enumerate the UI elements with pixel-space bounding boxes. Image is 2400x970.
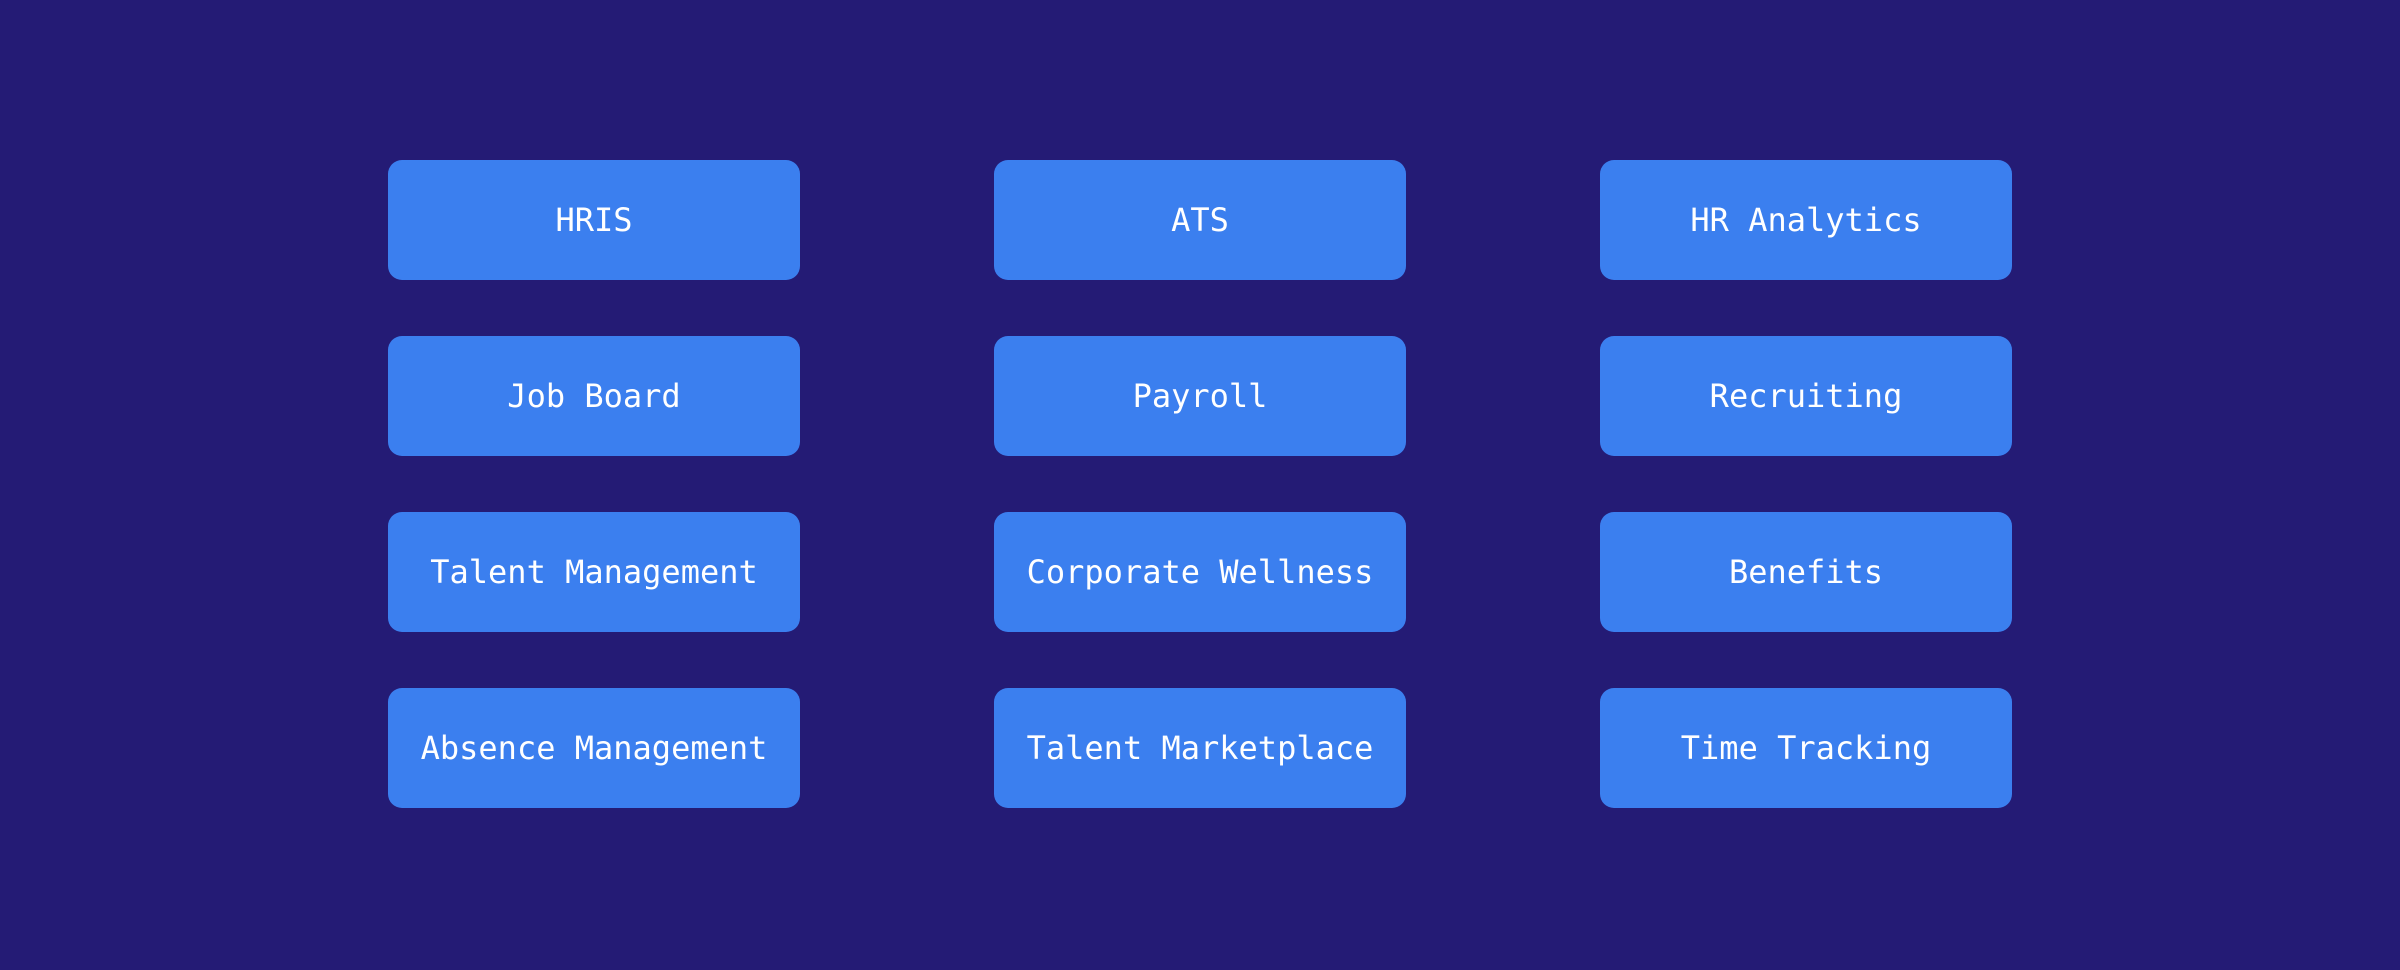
category-card-label: Job Board (507, 377, 681, 415)
category-card-label: Absence Management (420, 729, 768, 767)
category-card-corporate-wellness[interactable]: Corporate Wellness (994, 512, 1406, 632)
category-card-ats[interactable]: ATS (994, 160, 1406, 280)
category-card-label: Talent Management (430, 553, 758, 591)
category-card-hris[interactable]: HRIS (388, 160, 800, 280)
category-card-label: Benefits (1728, 553, 1884, 591)
category-board: HRIS ATS HR Analytics Job Board Payroll … (0, 0, 2400, 970)
category-card-label: ATS (1171, 201, 1229, 239)
category-card-benefits[interactable]: Benefits (1600, 512, 2012, 632)
category-card-label: Recruiting (1709, 377, 1903, 415)
category-card-label: Talent Marketplace (1026, 729, 1374, 767)
category-card-payroll[interactable]: Payroll (994, 336, 1406, 456)
category-card-label: Corporate Wellness (1026, 553, 1374, 591)
category-card-label: HR Analytics (1690, 201, 1922, 239)
category-grid: HRIS ATS HR Analytics Job Board Payroll … (388, 160, 2012, 810)
category-card-recruiting[interactable]: Recruiting (1600, 336, 2012, 456)
category-card-label: Payroll (1132, 377, 1268, 415)
category-card-absence-management[interactable]: Absence Management (388, 688, 800, 808)
category-card-label: HRIS (555, 201, 633, 239)
category-card-label: Time Tracking (1680, 729, 1932, 767)
category-card-time-tracking[interactable]: Time Tracking (1600, 688, 2012, 808)
category-card-talent-management[interactable]: Talent Management (388, 512, 800, 632)
category-card-talent-marketplace[interactable]: Talent Marketplace (994, 688, 1406, 808)
category-card-job-board[interactable]: Job Board (388, 336, 800, 456)
category-card-hr-analytics[interactable]: HR Analytics (1600, 160, 2012, 280)
